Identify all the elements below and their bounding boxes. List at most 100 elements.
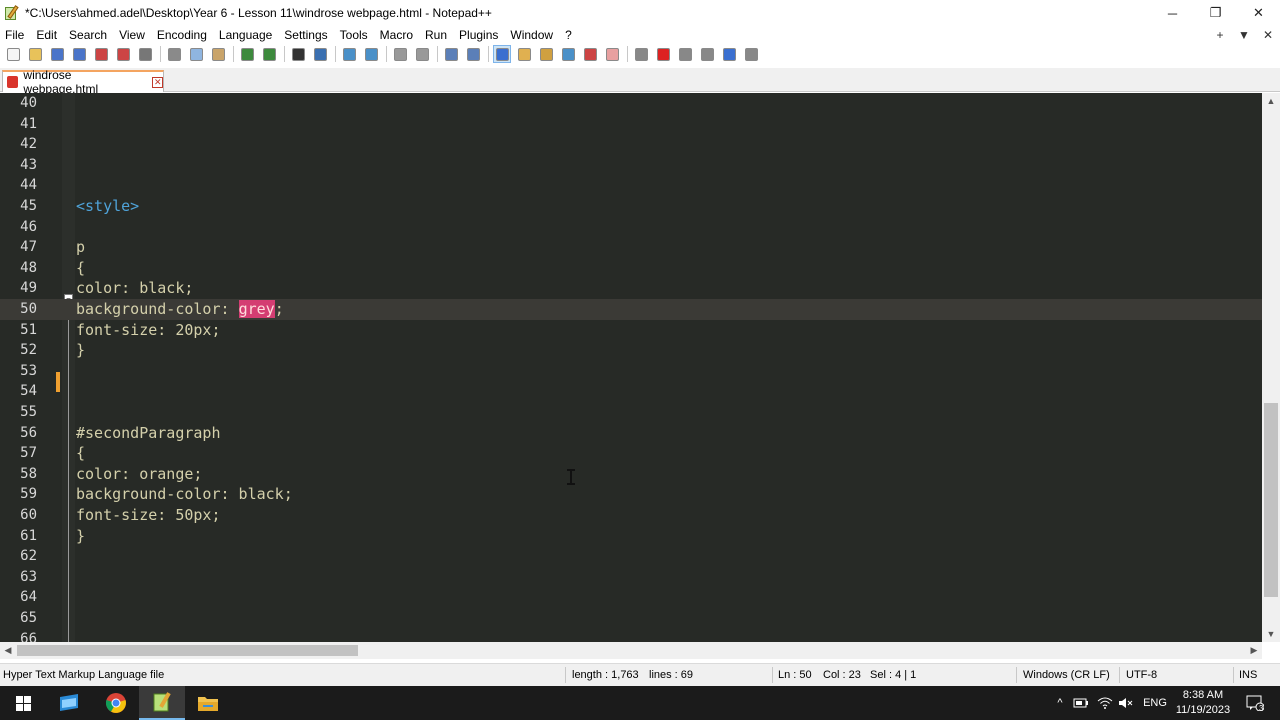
menu-edit[interactable]: Edit [31, 28, 62, 42]
status-encoding[interactable]: UTF-8 [1126, 669, 1157, 681]
code-line[interactable]: 61} [0, 526, 1262, 547]
taskbar-app-tablet[interactable] [46, 686, 92, 720]
start-button[interactable] [0, 686, 46, 720]
menu-plugins[interactable]: Plugins [454, 28, 503, 42]
menu-view[interactable]: View [114, 28, 150, 42]
vertical-scroll-thumb[interactable] [1264, 403, 1278, 597]
code-line[interactable]: 56 #secondParagraph [0, 423, 1262, 444]
stop-macro-icon[interactable] [676, 45, 694, 63]
selected-text[interactable]: grey [238, 300, 275, 318]
code-line[interactable]: 64 [0, 587, 1262, 608]
code-line[interactable]: 60 font-size: 50px; [0, 505, 1262, 526]
code-line[interactable]: 41 [0, 114, 1262, 135]
code-line[interactable]: 52} [0, 340, 1262, 361]
paste-icon[interactable] [209, 45, 227, 63]
new-tab-button[interactable]: + [1208, 28, 1232, 42]
code-editor[interactable]: − 404142434445<style>4647p48{49color: bl… [0, 93, 1262, 642]
cut-icon[interactable] [165, 45, 183, 63]
line-code[interactable]: color: orange; [76, 464, 202, 485]
restore-button[interactable]: ❐ [1194, 0, 1237, 26]
horizontal-scrollbar[interactable]: ◀ ▶ [0, 642, 1262, 659]
code-line[interactable]: 57 { [0, 443, 1262, 464]
zoom-out-icon[interactable] [362, 45, 380, 63]
code-line[interactable]: 58 color: orange; [0, 464, 1262, 485]
find-icon[interactable] [289, 45, 307, 63]
taskbar-file-explorer[interactable] [185, 686, 231, 720]
doc-map-icon[interactable] [515, 45, 533, 63]
battery-icon[interactable] [1071, 686, 1091, 720]
line-code[interactable]: font-size: 50px; [76, 505, 221, 526]
sync-horizontal-icon[interactable] [413, 45, 431, 63]
replace-icon[interactable] [311, 45, 329, 63]
code-line[interactable]: 54 [0, 381, 1262, 402]
line-code[interactable]: #secondParagraph [76, 423, 221, 444]
code-line[interactable]: 46 [0, 217, 1262, 238]
line-code[interactable]: background-color: grey; [76, 299, 284, 320]
code-line[interactable]: 47 p [0, 237, 1262, 258]
menu-file[interactable]: File [0, 28, 29, 42]
line-code[interactable]: background-color: black; [76, 484, 293, 505]
scroll-up-arrow[interactable]: ▲ [1262, 93, 1280, 109]
status-eol-format[interactable]: Windows (CR LF) [1023, 669, 1110, 681]
run-macro-multiple-icon[interactable] [720, 45, 738, 63]
status-insert-mode[interactable]: INS [1239, 669, 1257, 681]
save-all-icon[interactable] [70, 45, 88, 63]
close-window-button[interactable]: ✕ [1237, 0, 1280, 26]
menu-language[interactable]: Language [214, 28, 277, 42]
record-macro-icon[interactable] [654, 45, 672, 63]
menu-search[interactable]: Search [64, 28, 112, 42]
menu-settings[interactable]: Settings [279, 28, 332, 42]
folder-workspace-icon[interactable] [559, 45, 577, 63]
code-line[interactable]: 43 [0, 155, 1262, 176]
menu-help[interactable]: ? [560, 28, 577, 42]
play-macro-icon[interactable] [698, 45, 716, 63]
line-code[interactable]: color: black; [76, 278, 193, 299]
eye-icon[interactable] [632, 45, 650, 63]
taskbar-chrome[interactable] [93, 686, 139, 720]
close-document-button[interactable]: ✕ [1256, 28, 1280, 42]
show-all-chars-icon[interactable] [464, 45, 482, 63]
code-line[interactable]: 66 [0, 629, 1262, 642]
volume-muted-icon[interactable] [1116, 686, 1136, 720]
save-icon[interactable] [48, 45, 66, 63]
code-line[interactable]: 63 [0, 567, 1262, 588]
copy-icon[interactable] [187, 45, 205, 63]
code-line[interactable]: 55 [0, 402, 1262, 423]
taskbar-clock[interactable]: 8:38 AM 11/19/2023 [1168, 688, 1238, 718]
line-code[interactable]: } [76, 340, 85, 361]
taskbar-notepadpp[interactable] [139, 686, 185, 720]
sync-vertical-icon[interactable] [391, 45, 409, 63]
scroll-left-arrow[interactable]: ◀ [0, 642, 16, 659]
tab-close-icon[interactable]: ✕ [152, 76, 163, 88]
indent-guide-icon[interactable] [493, 45, 511, 63]
close-file-icon[interactable] [92, 45, 110, 63]
code-line[interactable]: 50 background-color: grey; [0, 299, 1262, 320]
menu-macro[interactable]: Macro [375, 28, 418, 42]
tab-list-dropdown[interactable]: ▼ [1232, 28, 1256, 42]
code-line[interactable]: 44 [0, 175, 1262, 196]
code-line[interactable]: 49 color: black; [0, 278, 1262, 299]
horizontal-scroll-thumb[interactable] [17, 645, 358, 656]
menu-tools[interactable]: Tools [335, 28, 373, 42]
word-wrap-icon[interactable] [442, 45, 460, 63]
new-file-icon[interactable] [4, 45, 22, 63]
code-line[interactable]: 65 [0, 608, 1262, 629]
line-code[interactable]: { [76, 443, 85, 464]
line-code[interactable]: p [76, 237, 85, 258]
code-line[interactable]: 62 [0, 546, 1262, 567]
wifi-icon[interactable] [1094, 686, 1116, 720]
code-line[interactable]: 51 font-size: 20px; [0, 320, 1262, 341]
zoom-in-icon[interactable] [340, 45, 358, 63]
code-line[interactable]: 40 [0, 93, 1262, 114]
scroll-right-arrow[interactable]: ▶ [1246, 642, 1262, 659]
tab-windrose-webpage[interactable]: windrose webpage.html ✕ [2, 68, 164, 96]
code-line[interactable]: 53 [0, 361, 1262, 382]
menu-window[interactable]: Window [505, 28, 558, 42]
redo-icon[interactable] [260, 45, 278, 63]
notification-center-button[interactable]: 3 [1240, 686, 1270, 720]
show-hidden-icons-button[interactable]: ^ [1050, 686, 1070, 720]
menu-encoding[interactable]: Encoding [152, 28, 212, 42]
undo-icon[interactable] [238, 45, 256, 63]
folder-icon[interactable] [603, 45, 621, 63]
code-line[interactable]: 48 { [0, 258, 1262, 279]
